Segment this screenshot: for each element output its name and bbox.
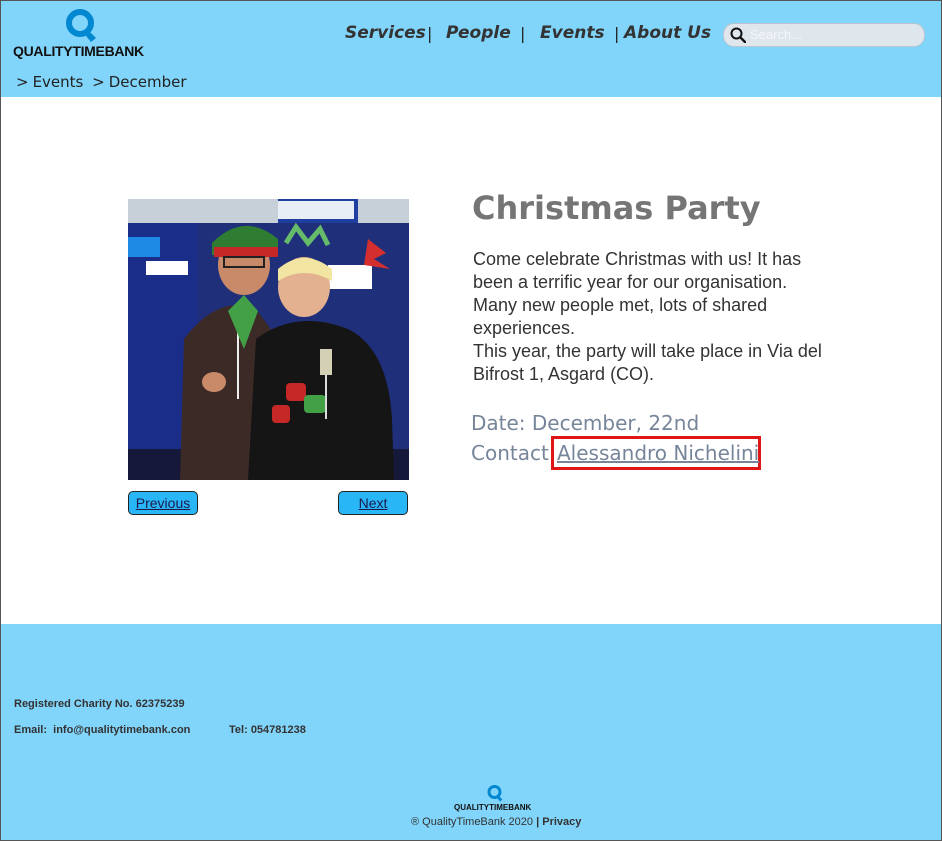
tel-label: Tel: xyxy=(229,724,248,736)
event-contact-label: Contact: xyxy=(471,441,556,465)
breadcrumb-item-events[interactable]: Events xyxy=(33,73,84,91)
breadcrumb-separator: > xyxy=(16,73,29,91)
email-label: Email: xyxy=(14,724,48,736)
tel-value: 054781238 xyxy=(250,724,306,736)
site-footer: Registered Charity No. 62375239 Email: i… xyxy=(1,624,941,840)
copyright-text: ® QualityTimeBank 2020 xyxy=(411,816,534,828)
nav-item-events[interactable]: Events xyxy=(540,23,605,43)
event-date: Date: December, 22nd xyxy=(471,411,699,435)
event-photo xyxy=(128,199,409,480)
logo-q-icon xyxy=(66,9,96,42)
search-icon[interactable] xyxy=(730,27,746,43)
logo-q-icon xyxy=(487,785,503,802)
breadcrumb: > Events > December xyxy=(16,73,191,91)
footer-logo[interactable]: QUALITYTIMEBANK xyxy=(454,785,538,815)
email-link[interactable]: info@qualitytimebank.con xyxy=(53,724,190,736)
date-label: Date: xyxy=(471,411,526,435)
description-line: Come celebrate Christmas with us! It has… xyxy=(473,249,802,292)
breadcrumb-item-december: December xyxy=(108,73,187,91)
next-button[interactable]: Next xyxy=(338,491,408,515)
footer-copyright: ® QualityTimeBank 2020 | Privacy xyxy=(411,816,581,828)
date-value: December, 22nd xyxy=(531,411,700,435)
nav-item-people[interactable]: People xyxy=(446,23,511,43)
nav-item-about-us[interactable]: About Us xyxy=(624,23,711,43)
description-line: This year, the party will take place in … xyxy=(473,341,822,384)
footer-email: Email: info@qualitytimebank.con xyxy=(14,724,190,736)
breadcrumb-separator: > xyxy=(92,73,105,91)
nav-separator: | xyxy=(614,24,620,43)
site-header: QUALITYTIMEBANK Services | People | Even… xyxy=(1,1,941,97)
logo-wordmark: QUALITYTIMEBANK xyxy=(13,43,144,59)
privacy-link[interactable]: Privacy xyxy=(542,816,581,828)
search-box xyxy=(723,23,925,47)
footer-wordmark: QUALITYTIMEBANK xyxy=(454,803,532,812)
site-logo[interactable]: QUALITYTIMEBANK xyxy=(13,9,153,61)
previous-button[interactable]: Previous xyxy=(128,491,198,515)
event-description: Come celebrate Christmas with us! It has… xyxy=(473,248,833,386)
footer-divider: | xyxy=(536,816,540,828)
description-line: Many new people met, lots of shared expe… xyxy=(473,295,768,338)
nav-separator: | xyxy=(427,24,433,43)
charity-number: Registered Charity No. 62375239 xyxy=(14,698,185,710)
contact-link[interactable]: Alessandro Nichelini xyxy=(557,441,759,465)
footer-tel: Tel: 054781238 xyxy=(229,724,306,736)
search-input[interactable] xyxy=(750,26,918,42)
page-frame: QUALITYTIMEBANK Services | People | Even… xyxy=(0,0,942,841)
event-title: Christmas Party xyxy=(472,189,761,227)
nav-item-services[interactable]: Services xyxy=(345,23,426,43)
nav-separator: | xyxy=(520,24,526,43)
